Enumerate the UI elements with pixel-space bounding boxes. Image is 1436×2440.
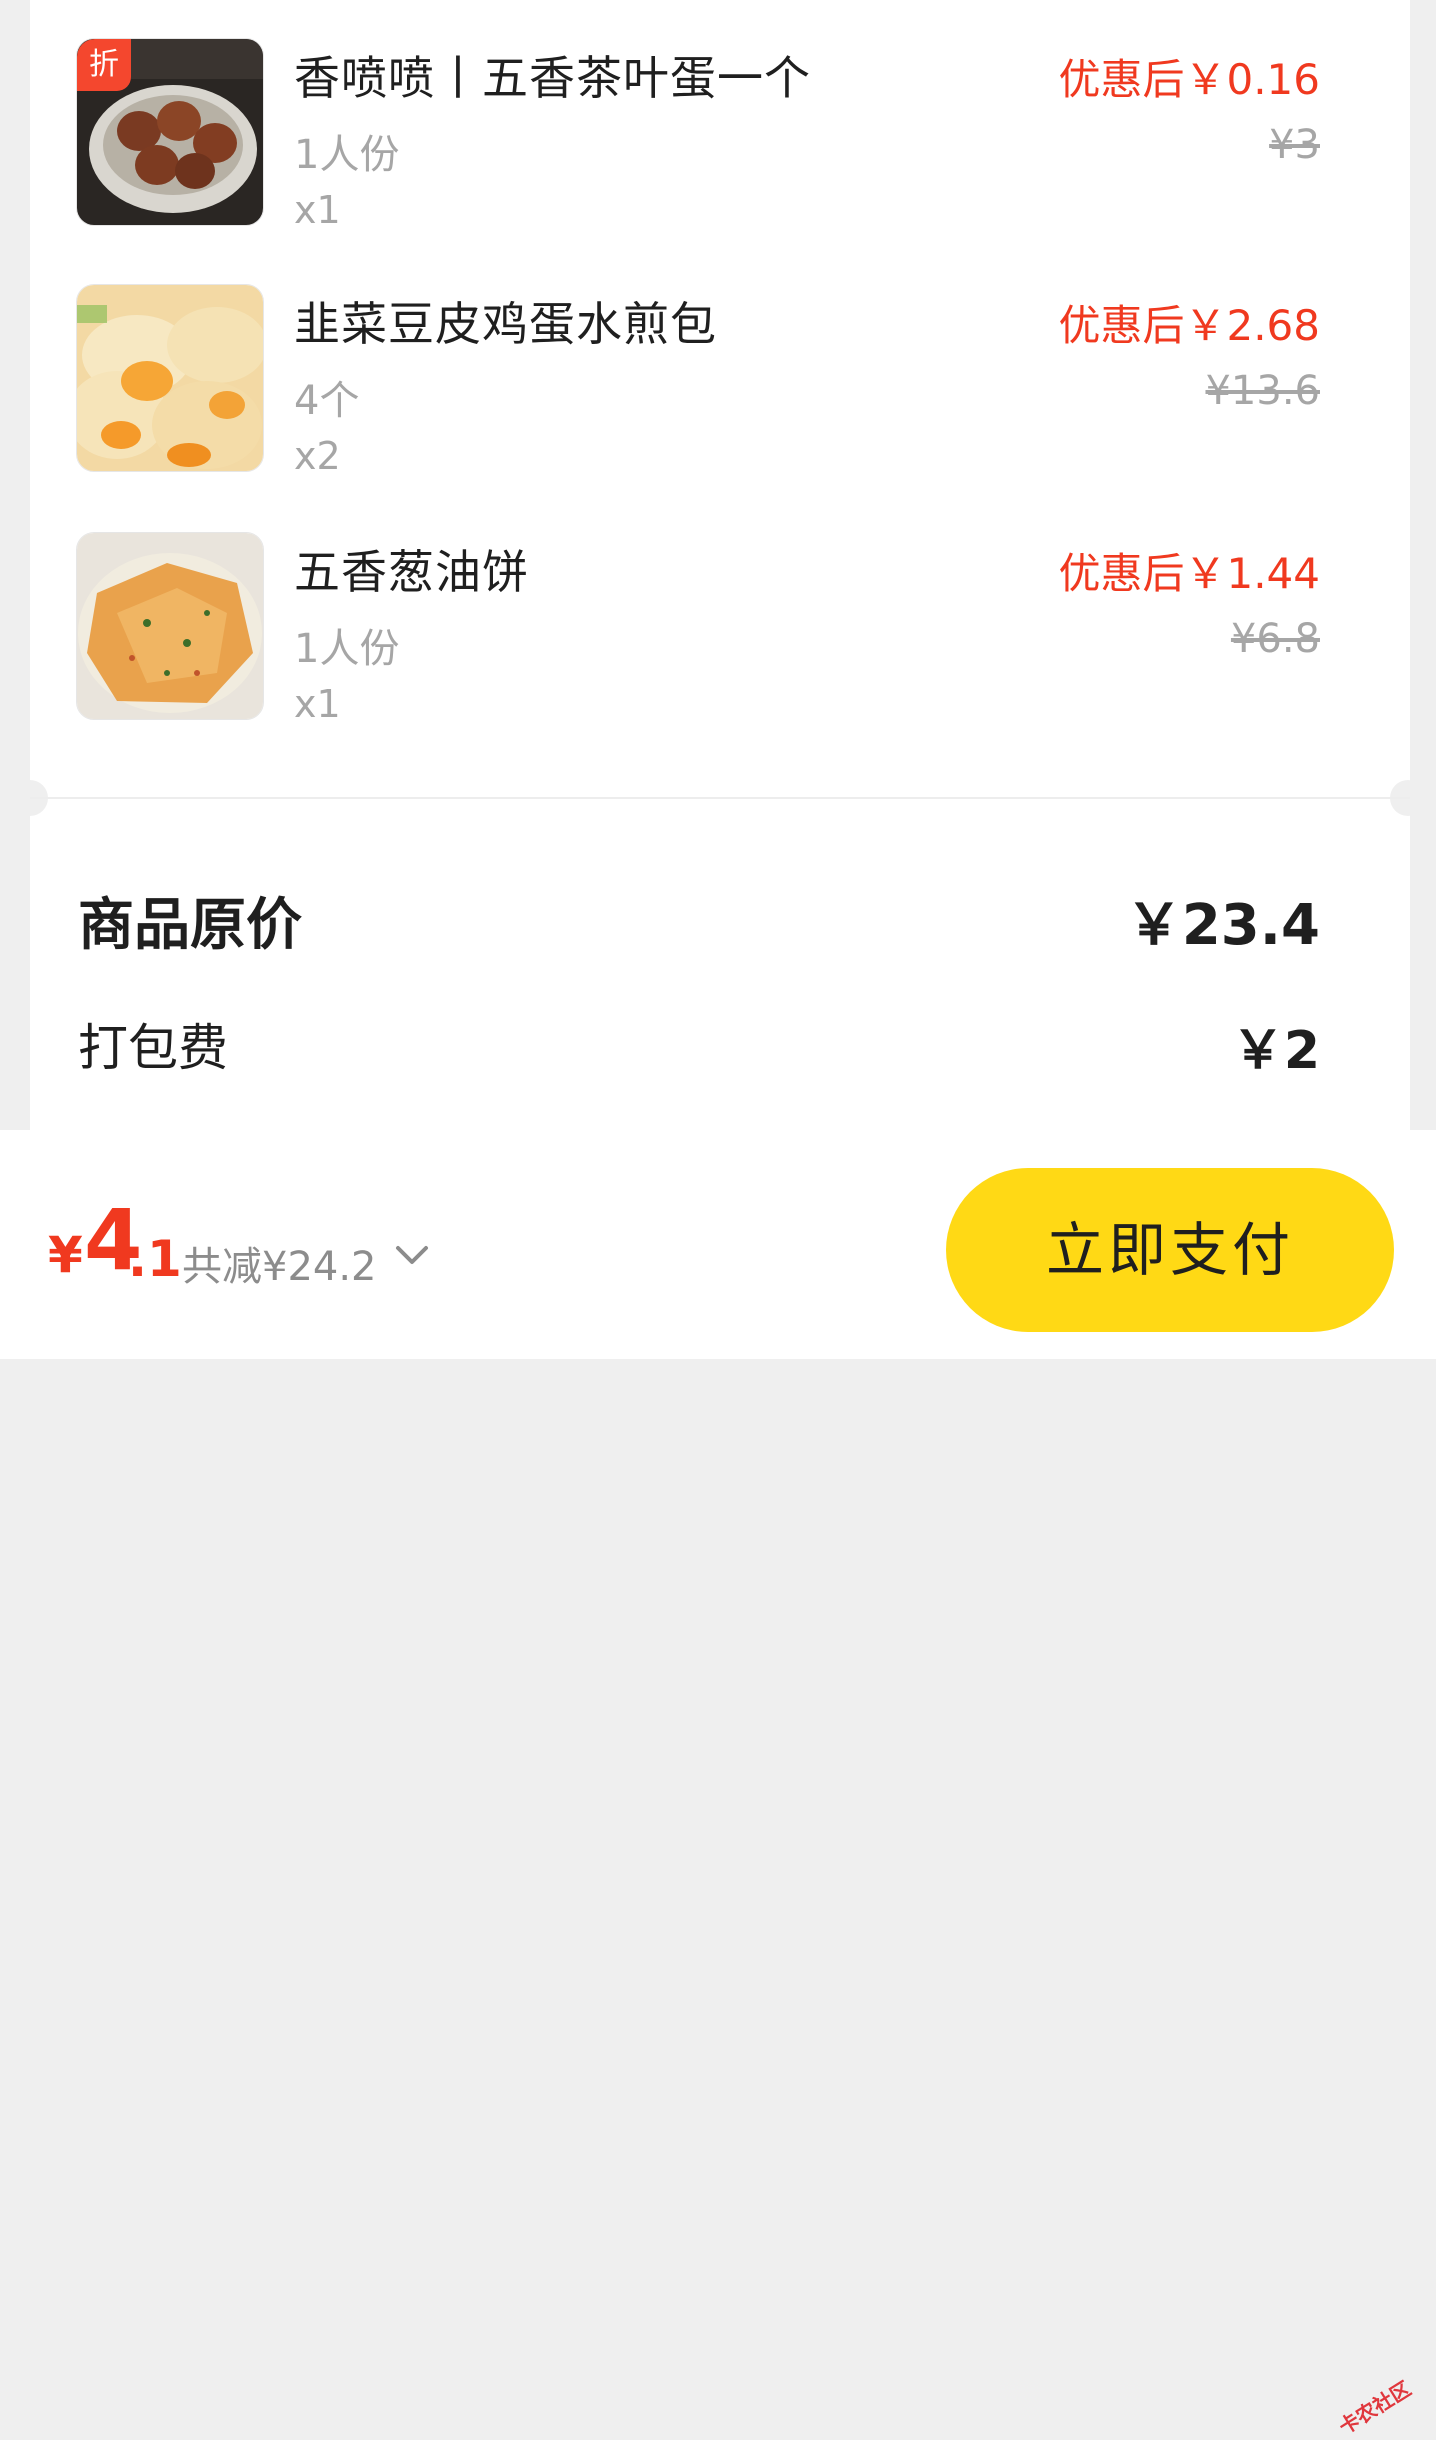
order-item: 韭菜豆皮鸡蛋水煎包 4个 x2 优惠后￥2.68 ¥13.6	[76, 284, 1320, 478]
order-item: 五香葱油饼 1人份 x1 优惠后￥1.44 ¥6.8	[76, 532, 1320, 726]
item-image-scallion-pancake	[76, 532, 264, 720]
item-price-after-discount: 优惠后￥0.16	[1058, 55, 1320, 104]
chevron-down-icon[interactable]	[392, 1240, 432, 1270]
pay-now-button[interactable]: 立即支付	[946, 1168, 1394, 1332]
item-name: 五香葱油饼	[294, 545, 529, 599]
watermark: 卡农社区	[1334, 2376, 1416, 2440]
summary-packing-fee-row: 打包费 ￥2	[78, 1008, 1320, 1081]
item-spec: 4个	[294, 378, 360, 424]
item-qty: x1	[294, 682, 341, 726]
item-price-after-discount: 优惠后￥2.68	[1058, 301, 1320, 350]
item-qty: x1	[294, 188, 341, 232]
packing-fee-label: 打包费	[78, 1019, 228, 1077]
original-price-label: 商品原价	[78, 893, 302, 958]
original-price-value: ￥23.4	[1125, 893, 1320, 958]
total-currency-symbol: ¥	[48, 1226, 83, 1284]
summary-original-price-row: 商品原价 ￥23.4	[78, 880, 1320, 958]
item-name: 韭菜豆皮鸡蛋水煎包	[294, 297, 717, 351]
item-price-original: ¥3	[1269, 122, 1320, 168]
item-spec: 1人份	[294, 132, 400, 178]
item-image-buns	[76, 284, 264, 472]
order-item: 折 香喷喷丨五香茶叶蛋一个 1人份 x1 优惠后￥0.16 ¥3	[76, 38, 1320, 232]
item-spec: 1人份	[294, 626, 400, 672]
item-name: 香喷喷丨五香茶叶蛋一个	[294, 51, 811, 105]
checkout-bar: ¥ 4 .1 共减¥24.2 立即支付 卡农社区	[0, 1130, 1436, 2439]
item-price-original: ¥13.6	[1205, 368, 1320, 414]
item-price-after-discount: 优惠后￥1.44	[1058, 549, 1320, 598]
packing-fee-value: ￥2	[1231, 1021, 1320, 1081]
item-image-tea-egg: 折	[76, 38, 264, 226]
item-qty: x2	[294, 434, 341, 478]
item-price-original: ¥6.8	[1230, 616, 1320, 662]
section-divider	[30, 797, 1410, 799]
discount-total-toggle[interactable]: 共减¥24.2	[182, 1234, 377, 1292]
total-amount-decimal: .1	[128, 1230, 182, 1288]
discount-badge: 折	[77, 39, 131, 91]
